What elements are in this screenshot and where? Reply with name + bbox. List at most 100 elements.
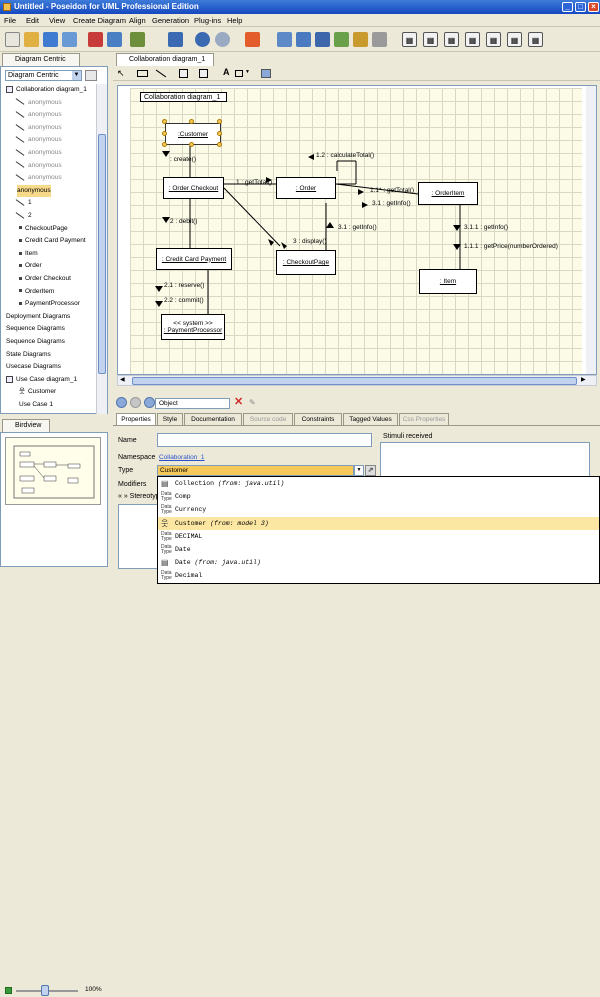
type-dropdown-list[interactable]: ▤ Collection (from: java.util) Data Type Co… [157, 476, 600, 584]
object-checkoutpage[interactable]: : CheckoutPage [276, 250, 336, 275]
tree-item[interactable]: 1 [15, 197, 32, 209]
layout-icon-1[interactable]: ▦ [402, 32, 417, 47]
tab-documentation[interactable]: Documentation [184, 413, 242, 425]
type-option[interactable]: 웃 Customer (from: model 3) [158, 516, 599, 530]
tree-item[interactable]: anonymous [15, 122, 62, 134]
tree-item[interactable]: Deployment Diagrams [6, 311, 70, 323]
namespace-link[interactable]: Collaboration_1 [159, 454, 205, 461]
canvas-vscroll[interactable] [586, 86, 596, 374]
menu-help[interactable]: Help [227, 16, 242, 25]
cursor-icon[interactable] [245, 32, 260, 47]
selection-handle[interactable] [189, 119, 194, 124]
tree-item[interactable]: Sequence Diagrams [6, 323, 65, 335]
tree-item[interactable]: OrderItem [19, 286, 54, 298]
menu-plugins[interactable]: Plug-ins [194, 16, 221, 25]
menu-edit[interactable]: Edit [26, 16, 39, 25]
delete-icon[interactable]: ✕ [234, 397, 243, 408]
tree-item[interactable]: 2 [15, 210, 32, 222]
birdview-thumbnail[interactable] [5, 437, 101, 505]
name-field[interactable] [157, 433, 372, 447]
menu-align[interactable]: Align [129, 16, 146, 25]
tab-diagram-centric[interactable]: Diagram Centric [2, 53, 80, 66]
stereotype-list[interactable] [118, 504, 160, 569]
select-tool-icon[interactable]: ↖ [117, 68, 125, 79]
navigate-type-icon[interactable]: ⇗ [365, 465, 376, 476]
object-item[interactable]: : Item [419, 269, 477, 294]
tab-source-code[interactable]: Source code [243, 413, 293, 425]
type-option[interactable]: Data Type Date [158, 543, 599, 556]
type-option[interactable]: Data Type DECIMAL [158, 530, 599, 543]
new-icon[interactable] [5, 32, 20, 47]
tab-css-properties[interactable]: Css Properties [399, 413, 449, 425]
selection-handle[interactable] [217, 131, 222, 136]
zoom-toggle-icon[interactable] [5, 987, 12, 994]
tab-collaboration-diagram[interactable]: Collaboration diagram_1 [116, 53, 214, 66]
type-option[interactable]: Data Type Decimal [158, 569, 599, 582]
link-tool-icon[interactable] [155, 69, 167, 78]
chevron-down-icon[interactable]: ▼ [245, 69, 250, 75]
object-credit-card-payment[interactable]: : Credit Card Payment [156, 248, 232, 270]
menu-generation[interactable]: Generation [152, 16, 189, 25]
tree-item[interactable]: CheckoutPage [19, 223, 68, 235]
type-select[interactable]: Customer [157, 465, 354, 476]
tree-item[interactable]: anonymous [15, 147, 62, 159]
layout-icon-6[interactable]: ▦ [507, 32, 522, 47]
zoom-thumb[interactable] [41, 985, 49, 996]
forward-icon[interactable] [130, 397, 141, 408]
tree-item[interactable]: anonymous [15, 97, 62, 109]
type-option[interactable]: Data Type Currency [158, 503, 599, 516]
class-diagram-icon[interactable] [277, 32, 292, 47]
object-tool-icon[interactable] [137, 70, 148, 77]
usecase-diagram-icon[interactable] [296, 32, 311, 47]
tree-item[interactable]: Sequence Diagrams [6, 336, 65, 348]
collaboration-diagram-icon[interactable] [334, 32, 349, 47]
object-selector[interactable]: Object [155, 398, 230, 409]
save-icon[interactable] [43, 32, 58, 47]
object-orderitem[interactable]: : OrderItem [418, 182, 478, 205]
tree-item[interactable]: anonymous [15, 134, 62, 146]
object-payment-processor[interactable]: << system >> : PaymentProcessor [161, 314, 225, 340]
tree-item[interactable]: State Diagrams [6, 349, 51, 361]
tree-item[interactable]: anonymous [17, 184, 51, 197]
layout-icon-3[interactable]: ▦ [444, 32, 459, 47]
tree-item[interactable]: Use Case 1 [19, 399, 53, 411]
text-tool-icon[interactable]: A [223, 67, 230, 77]
tree-item[interactable]: Order [19, 260, 42, 272]
open-icon[interactable] [24, 32, 39, 47]
chevron-down-icon[interactable]: ▼ [354, 465, 364, 476]
menu-create-diagram[interactable]: Create Diagram [73, 16, 126, 25]
type-option[interactable]: ▤ Collection (from: java.util) [158, 477, 599, 490]
menu-view[interactable]: View [49, 16, 65, 25]
scroll-left-icon[interactable]: ◀ [120, 376, 125, 383]
up-icon[interactable] [144, 397, 155, 408]
tree-item[interactable]: anonymous [15, 160, 62, 172]
diagram-canvas[interactable]: Collaboration diagram_1:Customer: Orde… [117, 85, 597, 375]
back-icon[interactable] [116, 397, 127, 408]
tree-item[interactable]: Credit Card Payment [19, 235, 86, 247]
tab-constraints[interactable]: Constraints [294, 413, 342, 425]
selection-handle[interactable] [189, 142, 194, 147]
object-order-checkout[interactable]: : Order Checkout [163, 177, 224, 199]
tab-tagged-values[interactable]: Tagged Values [343, 413, 398, 425]
tree-item[interactable]: Collaboration diagram_1 [6, 84, 87, 96]
edit-icon[interactable]: ✎ [249, 398, 256, 407]
tree-item[interactable]: Usecase Diagrams [6, 361, 61, 373]
tree-item[interactable]: anonymous [15, 172, 62, 184]
zoom-slider[interactable]: 100% [5, 985, 105, 997]
type-option[interactable]: ▤ Date (from: java.util) [158, 556, 599, 569]
tree-item[interactable]: anonymous [15, 109, 62, 121]
selection-handle[interactable] [217, 142, 222, 147]
comment-tool-icon[interactable] [199, 69, 208, 78]
shape-tool-icon[interactable] [235, 70, 243, 77]
selection-handle[interactable] [162, 142, 167, 147]
save-all-icon[interactable] [62, 32, 77, 47]
perspective-select[interactable]: Diagram Centric ▼ [5, 70, 82, 81]
menu-file[interactable]: File [4, 16, 16, 25]
stimulus-tool-icon[interactable] [179, 69, 188, 78]
tree-item[interactable]: Item [19, 248, 38, 260]
grid-tool-icon[interactable] [261, 69, 271, 78]
scroll-thumb[interactable] [132, 377, 577, 385]
state-diagram-icon[interactable] [353, 32, 368, 47]
book-icon[interactable] [168, 32, 183, 47]
find-icon[interactable] [130, 32, 145, 47]
